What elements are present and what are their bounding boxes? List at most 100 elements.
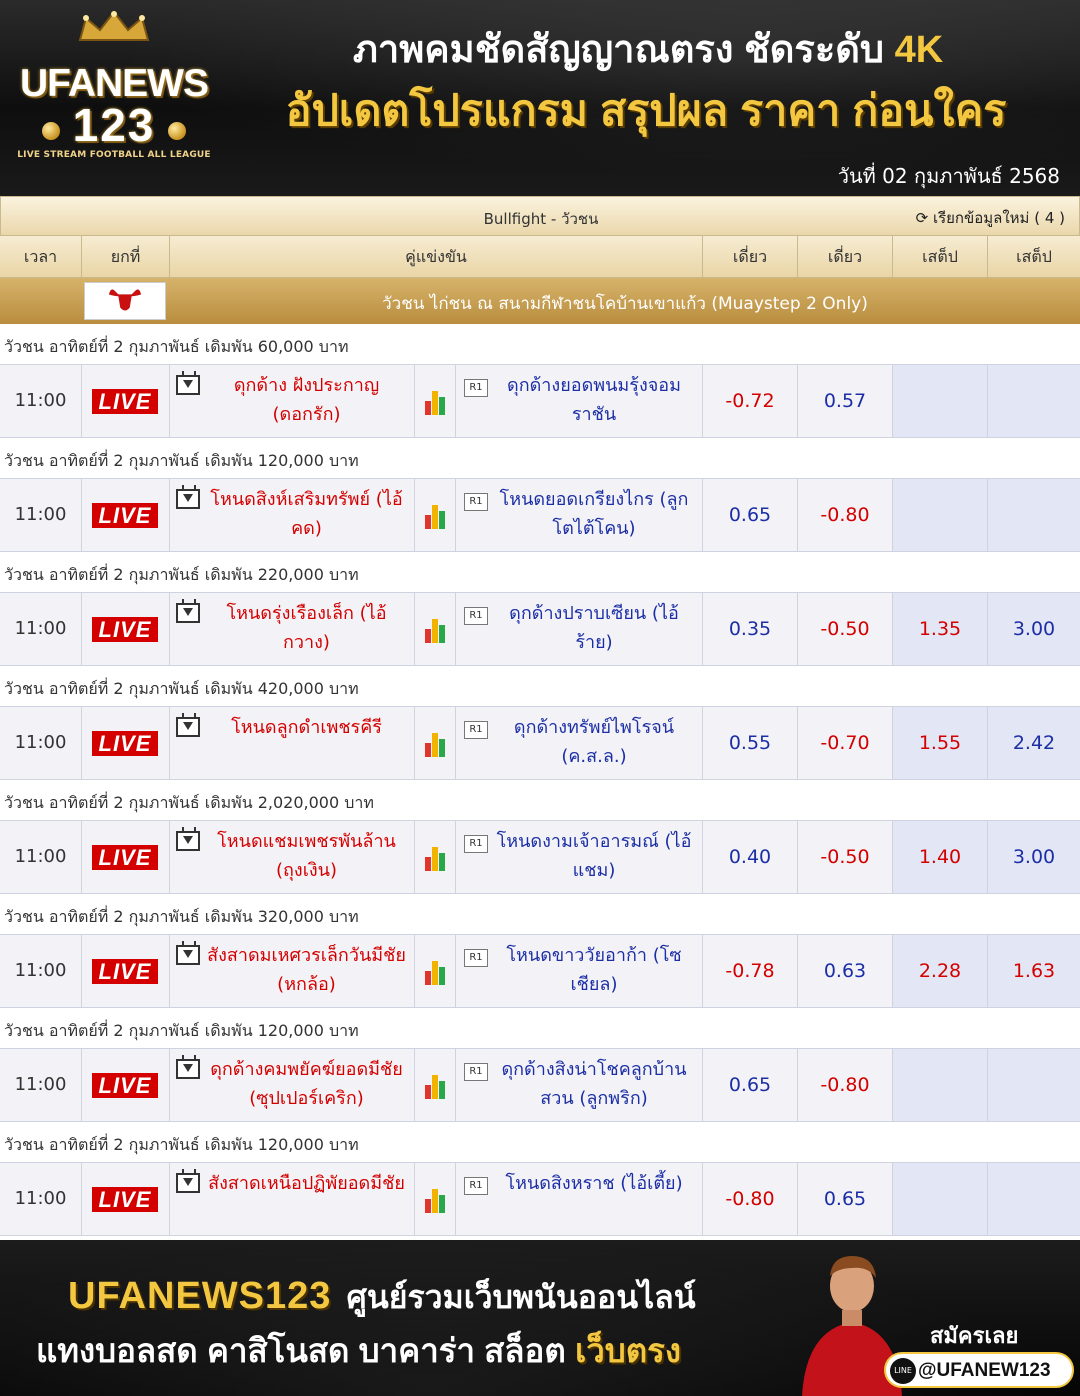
away-team[interactable]: โหนดสิงหราช (ไอ้เตี้ย) — [492, 1169, 696, 1198]
home-team[interactable]: โหนดลูกดำเพชรคีรี — [204, 713, 409, 742]
crown-icon — [78, 10, 150, 41]
live-button[interactable]: LIVE — [92, 617, 158, 642]
odds-step-1[interactable] — [893, 1049, 988, 1121]
footer-banner: UFANEWS123 ศูนย์รวมเว็บพนันออนไลน์ แทงบอ… — [0, 1240, 1080, 1396]
live-cell: LIVE — [82, 365, 170, 437]
away-team[interactable]: ดุกด้างสิงน่าโชคลูกบ้านสวน (ลูกพริก) — [492, 1055, 696, 1113]
event-header: วัวชน อาทิตย์ที่ 2 กุมภาพันธ์ เดิมพัน 60… — [0, 324, 1080, 364]
home-team[interactable]: สังสาดเหนือปฏิพัยอดมีชัย — [204, 1169, 409, 1198]
odds-single-1[interactable]: 0.65 — [703, 479, 798, 551]
col-step-1: เสต็ป — [893, 236, 988, 278]
odds-step-1[interactable]: 1.35 — [893, 593, 988, 665]
odds-step-1[interactable] — [893, 365, 988, 437]
home-team[interactable]: โหนดสิงห์เสริมทรัพย์ (ไอ้คด) — [204, 485, 409, 543]
date-label: วันที่ 02 กุมภาพันธ์ 2568 — [837, 164, 1060, 188]
signup-label[interactable]: สมัครเลย — [930, 1318, 1018, 1353]
live-button[interactable]: LIVE — [92, 503, 158, 528]
stats-icon[interactable] — [425, 1075, 447, 1099]
odds-single-2[interactable]: -0.50 — [798, 593, 893, 665]
odds-single-2[interactable]: -0.50 — [798, 821, 893, 893]
live-button[interactable]: LIVE — [92, 731, 158, 756]
stats-icon[interactable] — [425, 505, 447, 529]
tv-icon[interactable] — [176, 489, 200, 509]
away-team[interactable]: ดุกด้างปราบเซียน (ไอ้ร้าย) — [492, 599, 696, 657]
stats-icon[interactable] — [425, 1189, 447, 1213]
odds-single-2[interactable]: 0.65 — [798, 1163, 893, 1235]
live-cell: LIVE — [82, 479, 170, 551]
stats-icon[interactable] — [425, 733, 447, 757]
odds-step-2[interactable] — [988, 365, 1080, 437]
odds-step-2[interactable]: 3.00 — [988, 593, 1080, 665]
away-team[interactable]: ดุกด้างทรัพย์ไพโรจน์ (ค.ส.ล.) — [492, 713, 696, 771]
footer-line-1: UFANEWS123 ศูนย์รวมเว็บพนันออนไลน์ — [68, 1272, 696, 1323]
home-team[interactable]: ดุกด้าง ฝังประกาญ (ดอกรัก) — [204, 371, 409, 429]
home-team[interactable]: โหนดแชมเพชรพันล้าน (ถุงเงิน) — [204, 827, 409, 885]
refresh-icon: ⟳ — [915, 209, 929, 227]
home-cell: โหนดแชมเพชรพันล้าน (ถุงเงิน) — [170, 821, 415, 893]
odds-step-1[interactable]: 1.40 — [893, 821, 988, 893]
league-row: วัวชน ไก่ชน ณ สนามกีฬาชนโคบ้านเขาแก้ว (M… — [0, 278, 1080, 324]
match-time: 11:00 — [0, 365, 82, 437]
odds-single-2[interactable]: -0.80 — [798, 479, 893, 551]
tv-icon[interactable] — [176, 717, 200, 737]
away-team[interactable]: ดุกด้างยอดพนมรุ้งจอมราชัน — [492, 371, 696, 429]
round-badge: R1 — [464, 835, 488, 853]
odds-step-2[interactable] — [988, 1049, 1080, 1121]
away-team[interactable]: โหนดงามเจ้าอารมณ์ (ไอ้แชม) — [492, 827, 696, 885]
live-button[interactable]: LIVE — [92, 1187, 158, 1212]
odds-step-1[interactable]: 2.28 — [893, 935, 988, 1007]
tv-icon[interactable] — [176, 1173, 200, 1193]
stats-icon[interactable] — [425, 619, 447, 643]
tv-icon[interactable] — [176, 603, 200, 623]
event-header: วัวชน อาทิตย์ที่ 2 กุมภาพันธ์ เดิมพัน 12… — [0, 1122, 1080, 1162]
home-team[interactable]: โหนดรุ่งเรืองเล็ก (ไอ้กวาง) — [204, 599, 409, 657]
away-team[interactable]: โหนดขาววัยอาก้า (โซเชียล) — [492, 941, 696, 999]
live-button[interactable]: LIVE — [92, 845, 158, 870]
odds-step-2[interactable] — [988, 1163, 1080, 1235]
odds-single-1[interactable]: -0.72 — [703, 365, 798, 437]
odds-step-2[interactable]: 2.42 — [988, 707, 1080, 779]
odds-single-1[interactable]: 0.55 — [703, 707, 798, 779]
live-button[interactable]: LIVE — [92, 1073, 158, 1098]
stats-icon[interactable] — [425, 961, 447, 985]
odds-single-1[interactable]: 0.35 — [703, 593, 798, 665]
away-team[interactable]: โหนดยอดเกรียงไกร (ลูกโตไต้โคน) — [492, 485, 696, 543]
odds-single-2[interactable]: -0.70 — [798, 707, 893, 779]
event-header: วัวชน อาทิตย์ที่ 2 กุมภาพันธ์ เดิมพัน 32… — [0, 894, 1080, 934]
odds-step-1[interactable] — [893, 479, 988, 551]
table-row: 11:00 LIVE ดุกด้างคมพยัคฆ์ยอดมีชัย (ซุปเ… — [0, 1048, 1080, 1122]
home-team[interactable]: ดุกด้างคมพยัคฆ์ยอดมีชัย (ซุปเปอร์เคริก) — [204, 1055, 409, 1113]
odds-single-2[interactable]: 0.57 — [798, 365, 893, 437]
live-button[interactable]: LIVE — [92, 389, 158, 414]
home-cell: โหนดสิงห์เสริมทรัพย์ (ไอ้คด) — [170, 479, 415, 551]
odds-step-2[interactable] — [988, 479, 1080, 551]
odds-single-1[interactable]: 0.65 — [703, 1049, 798, 1121]
odds-single-1[interactable]: 0.40 — [703, 821, 798, 893]
away-cell: R1 โหนดขาววัยอาก้า (โซเชียล) — [456, 935, 703, 1007]
tv-icon[interactable] — [176, 375, 200, 395]
odds-step-1[interactable]: 1.55 — [893, 707, 988, 779]
odds-step-1[interactable] — [893, 1163, 988, 1235]
tv-icon[interactable] — [176, 945, 200, 965]
event-header: วัวชน อาทิตย์ที่ 2 กุมภาพันธ์ เดิมพัน 12… — [0, 1008, 1080, 1048]
stats-icon[interactable] — [425, 391, 447, 415]
odds-single-1[interactable]: -0.80 — [703, 1163, 798, 1235]
odds-step-2[interactable]: 1.63 — [988, 935, 1080, 1007]
odds-single-2[interactable]: 0.63 — [798, 935, 893, 1007]
stats-icon[interactable] — [425, 847, 447, 871]
event-title: วัวชน อาทิตย์ที่ 2 กุมภาพันธ์ เดิมพัน 32… — [4, 907, 359, 926]
home-cell: ดุกด้างคมพยัคฆ์ยอดมีชัย (ซุปเปอร์เคริก) — [170, 1049, 415, 1121]
line-contact-button[interactable]: LINE @UFANEW123 — [884, 1352, 1074, 1388]
odds-single-2[interactable]: -0.80 — [798, 1049, 893, 1121]
odds-single-1[interactable]: -0.78 — [703, 935, 798, 1007]
live-button[interactable]: LIVE — [92, 959, 158, 984]
tv-icon[interactable] — [176, 831, 200, 851]
home-cell: สังสาดเหนือปฏิพัยอดมีชัย — [170, 1163, 415, 1235]
tv-icon[interactable] — [176, 1059, 200, 1079]
line-id: @UFANEW123 — [918, 1360, 1051, 1381]
site-logo[interactable]: UFANEWS 123 LIVE STREAM FOOTBALL ALL LEA… — [16, 10, 212, 186]
match-time: 11:00 — [0, 479, 82, 551]
refresh-button[interactable]: ⟳ เรียกข้อมูลใหม่ ( 4 ) — [916, 206, 1065, 230]
home-team[interactable]: สังสาดมเหศวรเล็กวันมีชัย (หกล้อ) — [204, 941, 409, 999]
odds-step-2[interactable]: 3.00 — [988, 821, 1080, 893]
